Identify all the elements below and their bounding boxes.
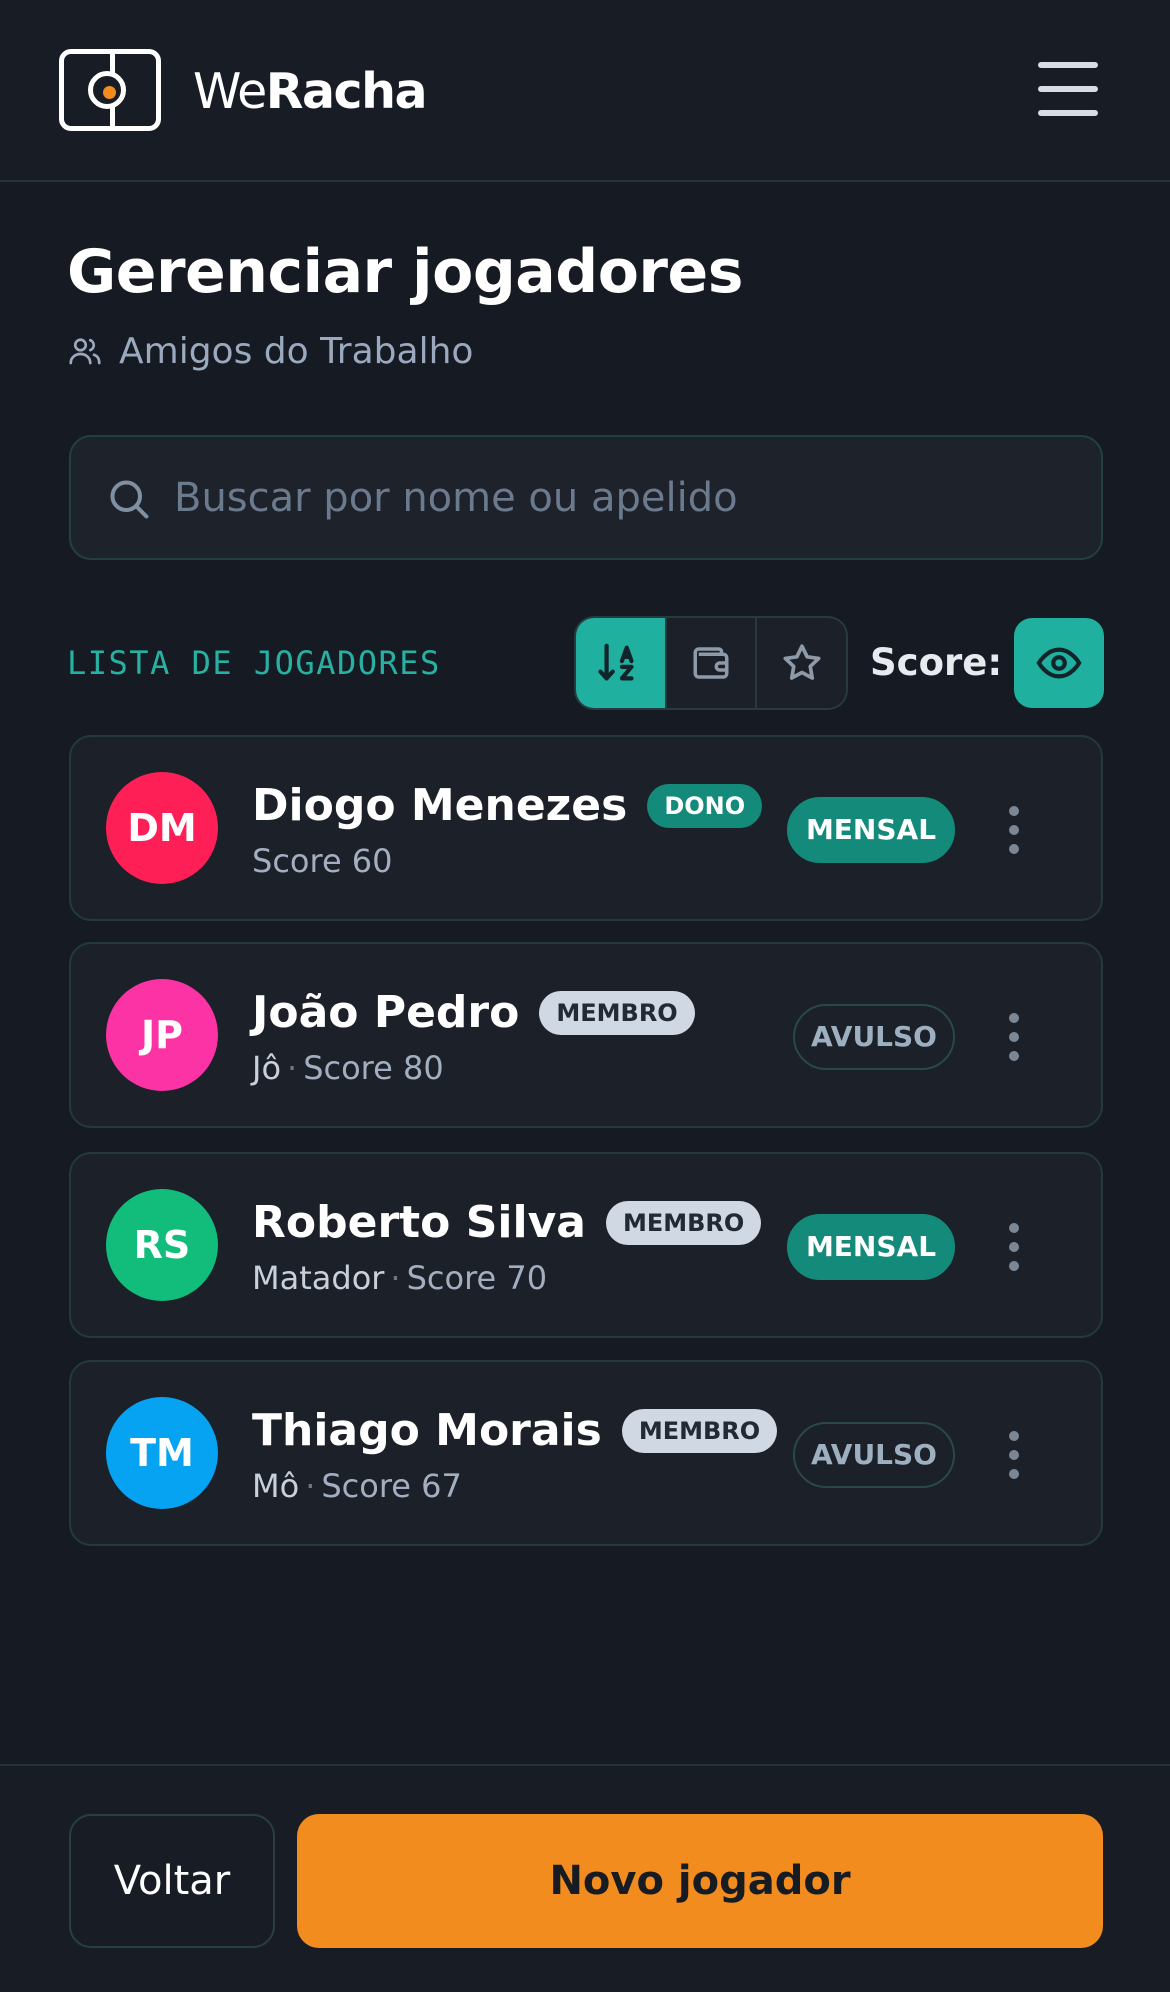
list-label: LISTA DE JOGADORES: [67, 644, 441, 682]
player-nickname: Matador: [252, 1259, 385, 1297]
more-options-icon[interactable]: [999, 1427, 1029, 1483]
plan-badge: MENSAL: [787, 1214, 955, 1280]
star-icon: [783, 644, 821, 680]
sort-alpha-button[interactable]: [576, 618, 667, 708]
search-box[interactable]: [69, 435, 1103, 560]
player-card[interactable]: TM Thiago Morais MEMBRO Mô · Score 67 AVUL…: [69, 1360, 1103, 1546]
player-subtitle: Mô · Score 67: [252, 1466, 462, 1506]
users-icon: [69, 338, 101, 365]
player-name: Roberto Silva: [252, 1197, 586, 1248]
more-options-icon[interactable]: [999, 802, 1029, 858]
player-name-row: Roberto Silva MEMBRO: [252, 1196, 762, 1250]
player-name-row: Thiago Morais MEMBRO: [252, 1404, 778, 1458]
player-name-row: João Pedro MEMBRO: [252, 986, 695, 1040]
more-options-icon[interactable]: [999, 1009, 1029, 1065]
player-score: Score 67: [321, 1467, 462, 1505]
group-info: Amigos do Trabalho: [67, 326, 473, 376]
brand-prefix: We: [193, 63, 267, 120]
back-button[interactable]: Voltar: [69, 1814, 275, 1948]
avatar: JP: [106, 979, 218, 1091]
search-icon: [110, 480, 149, 519]
player-card[interactable]: RS Roberto Silva MEMBRO Matador · Score 70…: [69, 1152, 1103, 1338]
sort-alpha-icon: [598, 643, 634, 681]
app-header: WeRacha: [0, 0, 1170, 182]
plan-badge: AVULSO: [793, 1422, 955, 1488]
avatar: TM: [106, 1397, 218, 1509]
more-options-icon[interactable]: [999, 1219, 1029, 1275]
brand-name[interactable]: WeRacha: [193, 62, 428, 122]
player-subtitle: Score 60: [252, 841, 393, 881]
page-title: Gerenciar jogadores: [67, 237, 743, 307]
hamburger-menu-icon[interactable]: [1038, 62, 1098, 116]
player-name: Thiago Morais: [252, 1405, 602, 1456]
score-label: Score:: [870, 641, 1003, 684]
role-badge: MEMBRO: [621, 1409, 778, 1453]
footer-actions: Voltar Novo jogador: [0, 1764, 1170, 1992]
player-card[interactable]: DM Diogo Menezes DONO Score 60 MENSAL: [69, 735, 1103, 921]
role-badge: MEMBRO: [539, 991, 695, 1035]
player-nickname: Jô: [252, 1049, 282, 1087]
score-visibility-toggle[interactable]: [1014, 618, 1104, 708]
role-badge: MEMBRO: [605, 1201, 762, 1245]
eye-icon: [1036, 647, 1082, 679]
wallet-icon: [693, 647, 729, 679]
sort-payment-button[interactable]: [667, 618, 758, 708]
player-subtitle: Jô · Score 80: [252, 1048, 444, 1088]
new-player-button[interactable]: Novo jogador: [297, 1814, 1103, 1948]
soccer-field-icon[interactable]: [59, 49, 161, 131]
avatar: DM: [106, 772, 218, 884]
avatar: RS: [106, 1189, 218, 1301]
player-name: João Pedro: [252, 987, 520, 1038]
player-name-row: Diogo Menezes DONO: [252, 779, 763, 833]
separator-dot: ·: [287, 1049, 298, 1087]
search-input[interactable]: [174, 465, 1074, 531]
role-badge: DONO: [647, 784, 763, 828]
plan-badge: AVULSO: [793, 1004, 955, 1070]
player-subtitle: Matador · Score 70: [252, 1258, 547, 1298]
sort-segmented-control: [574, 616, 848, 710]
player-score: Score 80: [303, 1049, 444, 1087]
sort-score-button[interactable]: [757, 618, 846, 708]
player-name: Diogo Menezes: [252, 780, 628, 831]
player-score: Score 70: [406, 1259, 548, 1297]
group-name: Amigos do Trabalho: [119, 330, 474, 372]
separator-dot: ·: [305, 1467, 316, 1505]
player-score: Score 60: [252, 842, 393, 880]
plan-badge: MENSAL: [787, 797, 955, 863]
separator-dot: ·: [390, 1259, 401, 1297]
player-nickname: Mô: [252, 1467, 300, 1505]
player-card[interactable]: JP João Pedro MEMBRO Jô · Score 80 AVULSO: [69, 942, 1103, 1128]
brand-suffix: Racha: [265, 63, 428, 120]
